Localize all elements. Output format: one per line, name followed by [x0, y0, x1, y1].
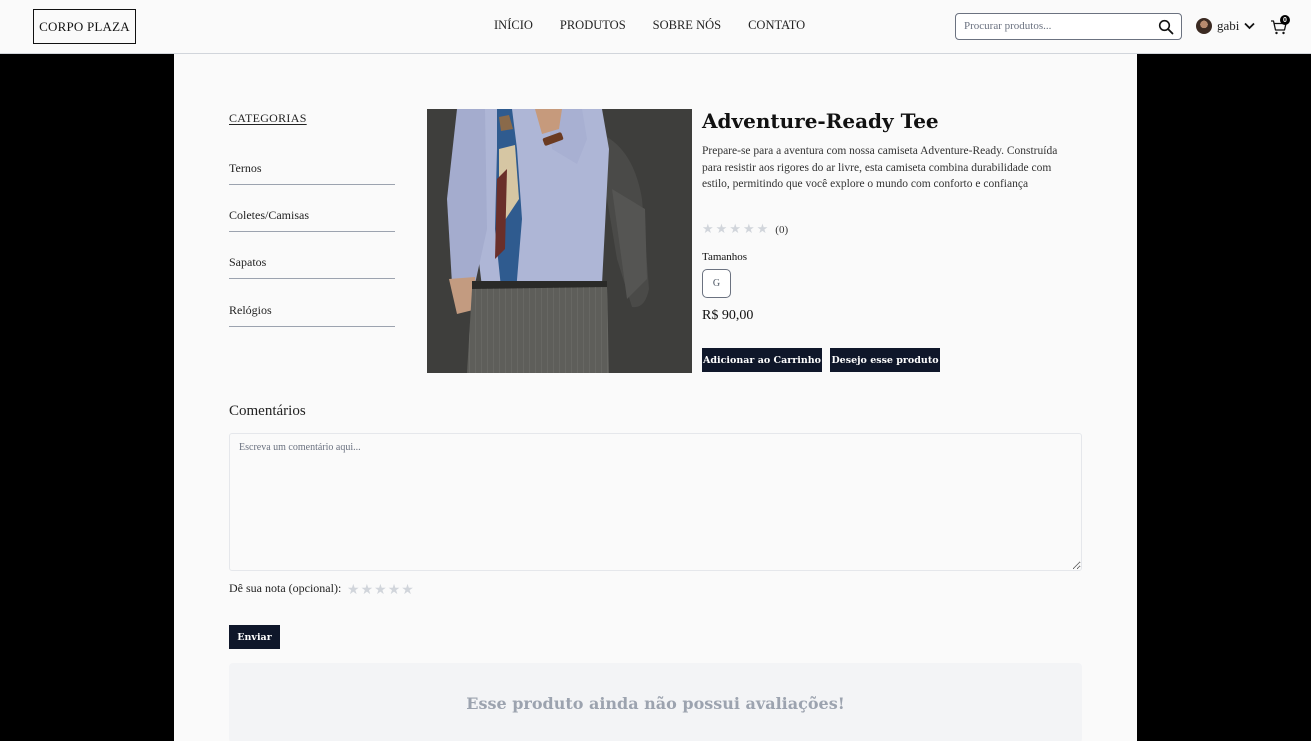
- nav-item-contato[interactable]: CONTATO: [748, 18, 805, 33]
- star-rate-2-icon[interactable]: ★: [361, 582, 374, 598]
- category-item-coletes-camisas[interactable]: Coletes/Camisas: [229, 202, 395, 232]
- nav-item-sobre-nos[interactable]: SOBRE NÓS: [653, 18, 721, 33]
- rate-label: Dê sua nota (opcional):: [229, 581, 342, 595]
- product-rating: ★ ★ ★ ★ ★ (0): [702, 222, 788, 237]
- star-icon: ★: [756, 222, 769, 237]
- product-title: Adventure-Ready Tee: [702, 109, 939, 133]
- star-icon: ★: [729, 222, 741, 237]
- category-item-ternos[interactable]: Ternos: [229, 155, 395, 185]
- size-option-g[interactable]: G: [702, 269, 731, 298]
- user-name[interactable]: gabi: [1217, 18, 1239, 34]
- submit-comment-button[interactable]: Enviar: [229, 625, 280, 649]
- categories-title: CATEGORIAS: [229, 111, 307, 125]
- star-rate-5-icon[interactable]: ★: [401, 582, 414, 598]
- product-price: R$ 90,00: [702, 308, 754, 323]
- category-item-sapatos[interactable]: Sapatos: [229, 249, 395, 279]
- site-logo[interactable]: CORPO PLAZA: [33, 9, 136, 44]
- cart-count-badge: 0: [1280, 15, 1290, 25]
- product-photo-illustration: [427, 109, 692, 373]
- avatar[interactable]: [1196, 18, 1212, 34]
- rating-count: (0): [775, 223, 789, 236]
- star-icon: ★: [742, 222, 755, 237]
- product-description: Prepare-se para a aventura com nossa cam…: [702, 145, 1058, 190]
- sizes-label: Tamanhos: [702, 251, 748, 263]
- rate-stars: ★ ★ ★ ★ ★: [347, 582, 414, 598]
- star-icon: ★: [715, 222, 728, 237]
- comments-title: Comentários: [229, 403, 306, 419]
- nav-item-produtos[interactable]: PRODUTOS: [560, 18, 626, 33]
- star-rate-1-icon[interactable]: ★: [347, 582, 360, 598]
- star-rate-4-icon[interactable]: ★: [388, 582, 401, 598]
- search-input[interactable]: [964, 20, 1154, 32]
- comment-textarea[interactable]: [230, 434, 1081, 570]
- product-image: [427, 109, 692, 373]
- search-icon[interactable]: [1158, 19, 1174, 35]
- site-header: CORPO PLAZA INÍCIO PRODUTOS SOBRE NÓS CO…: [0, 0, 1311, 54]
- wishlist-button[interactable]: Desejo esse produto: [830, 348, 940, 372]
- star-icon: ★: [702, 222, 714, 237]
- main-content: CATEGORIAS Ternos Coletes/Camisas Sapato…: [174, 54, 1137, 741]
- comment-box: [229, 433, 1082, 571]
- user-menu[interactable]: gabi: [1196, 18, 1256, 34]
- category-item-relogios[interactable]: Relógios: [229, 297, 395, 327]
- no-reviews-message: Esse produto ainda não possui avaliações…: [229, 663, 1082, 741]
- chevron-down-icon[interactable]: [1244, 22, 1256, 30]
- main-nav: INÍCIO PRODUTOS SOBRE NÓS CONTATO: [494, 18, 805, 33]
- star-rate-3-icon[interactable]: ★: [374, 582, 387, 598]
- search-box: [955, 13, 1182, 40]
- add-to-cart-button[interactable]: Adicionar ao Carrinho: [702, 348, 822, 372]
- nav-item-inicio[interactable]: INÍCIO: [494, 18, 533, 33]
